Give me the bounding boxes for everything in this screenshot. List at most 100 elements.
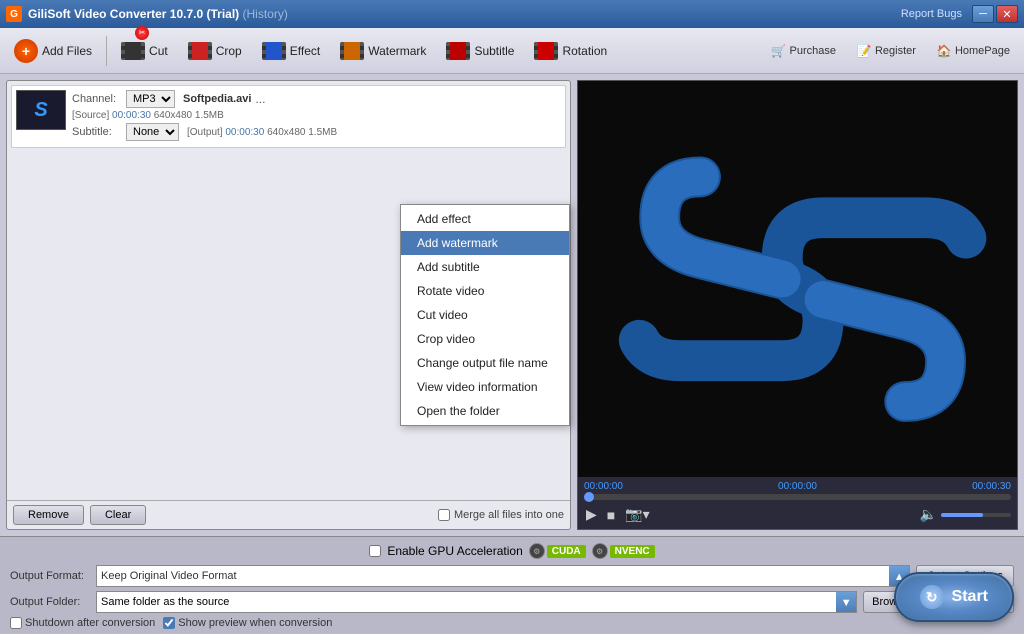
more-button[interactable]: ...: [255, 92, 265, 106]
volume-fill: [941, 513, 983, 517]
ctx-add-subtitle[interactable]: Add subtitle: [401, 255, 569, 279]
gpu-label: Enable GPU Acceleration: [387, 544, 522, 558]
output-row: Subtitle: None [Output] 00:00:30 640x480…: [72, 123, 561, 141]
time-start: 00:00:00: [584, 481, 623, 492]
preview-label: Show preview when conversion: [163, 617, 332, 629]
purchase-label: Purchase: [790, 45, 836, 57]
play-button[interactable]: ▶: [584, 504, 599, 525]
file-info: Channel: MP3 Softpedia.avi ... [Source] …: [72, 90, 561, 143]
app-title: GiliSoft Video Converter 10.7.0 (Trial) …: [28, 7, 901, 21]
effect-button[interactable]: Effect: [254, 33, 328, 69]
purchase-button[interactable]: 🛒 Purchase: [763, 39, 844, 63]
rotation-label: Rotation: [562, 44, 607, 58]
subtitle-select[interactable]: None: [126, 123, 179, 141]
shutdown-label-text: Shutdown after conversion: [25, 617, 155, 629]
ctx-rotate-video[interactable]: Rotate video: [401, 279, 569, 303]
ctx-add-effect[interactable]: Add effect: [401, 207, 569, 231]
output-folder-select[interactable]: Same folder as the source ▼: [96, 591, 857, 613]
ctx-crop-video[interactable]: Crop video: [401, 327, 569, 351]
merge-checkbox[interactable]: [438, 509, 450, 521]
gpu-icon-2: ⚙: [592, 543, 608, 559]
start-label: Start: [952, 588, 988, 606]
preview-svg: [578, 81, 1017, 477]
add-files-label: Add Files: [42, 44, 92, 58]
time-row: 00:00:00 00:00:00 00:00:30: [584, 481, 1011, 492]
rotation-button[interactable]: Rotation: [526, 33, 615, 69]
history-text: (History): [243, 7, 288, 21]
gpu-row: Enable GPU Acceleration ⚙ CUDA ⚙ NVENC: [10, 543, 1014, 559]
merge-label: Merge all files into one: [454, 509, 564, 521]
seek-thumb: [584, 492, 594, 502]
homepage-label: HomePage: [955, 45, 1010, 57]
crop-button[interactable]: Crop: [180, 33, 250, 69]
watermark-film-icon: [340, 42, 364, 60]
preview-label-text: Show preview when conversion: [178, 617, 332, 629]
report-bugs-link[interactable]: Report Bugs: [901, 8, 962, 20]
time-mid: 00:00:00: [778, 481, 817, 492]
nvenc-badge: NVENC: [610, 545, 655, 558]
subtitle-label: Subtitle: [474, 44, 514, 58]
ctx-open-folder[interactable]: Open the folder: [401, 399, 569, 423]
clear-button[interactable]: Clear: [90, 505, 146, 525]
ctx-change-output[interactable]: Change output file name: [401, 351, 569, 375]
camera-button[interactable]: 📷▾: [623, 504, 651, 525]
cut-label: Cut: [149, 44, 168, 58]
register-button[interactable]: 📝 Register: [848, 39, 924, 63]
channel-label: Channel:: [72, 93, 122, 105]
title-bar: G GiliSoft Video Converter 10.7.0 (Trial…: [0, 0, 1024, 28]
minimize-button[interactable]: ─: [972, 5, 994, 23]
app-title-text: GiliSoft Video Converter 10.7.0 (Trial): [28, 7, 239, 21]
context-menu: Add effect Add watermark Add subtitle Ro…: [400, 204, 570, 426]
volume-bar[interactable]: [941, 513, 1011, 517]
output-folder-label: Output Folder:: [10, 596, 90, 608]
volume-area: 🔈: [920, 506, 1011, 523]
toolbar: + Add Files ✂ Cut Crop Effect Watermark …: [0, 28, 1024, 74]
cut-badge: ✂: [135, 26, 149, 40]
video-controls: 00:00:00 00:00:00 00:00:30 ▶ ■ 📷▾ 🔈: [578, 477, 1017, 529]
output-folder-row: Output Folder: Same folder as the source…: [10, 591, 1014, 613]
crop-film-icon: [188, 42, 212, 60]
register-label: Register: [875, 45, 916, 57]
stop-button[interactable]: ■: [605, 505, 617, 525]
preview-panel: 00:00:00 00:00:00 00:00:30 ▶ ■ 📷▾ 🔈: [577, 80, 1018, 530]
output-format-value: Keep Original Video Format: [101, 570, 887, 582]
watermark-label: Watermark: [368, 44, 426, 58]
homepage-button[interactable]: 🏠 HomePage: [928, 39, 1018, 63]
gpu-icon-1: ⚙: [529, 543, 545, 559]
ctx-view-info[interactable]: View video information: [401, 375, 569, 399]
channel-select[interactable]: MP3: [126, 90, 175, 108]
volume-icon: 🔈: [920, 506, 937, 523]
rotation-film-icon: [534, 42, 558, 60]
register-icon: 📝: [856, 43, 872, 59]
toolbar-separator-1: [106, 36, 107, 66]
home-icon: 🏠: [936, 43, 952, 59]
app-icon: G: [6, 6, 22, 22]
subtitle-button[interactable]: Subtitle: [438, 33, 522, 69]
output-meta: [Output] 00:00:30 640x480 1.5MB: [187, 127, 337, 138]
ctx-cut-video[interactable]: Cut video: [401, 303, 569, 327]
channel-row: Channel: MP3 Softpedia.avi ...: [72, 90, 561, 108]
file-item: S Channel: MP3 Softpedia.avi ... [Source…: [11, 85, 566, 148]
cut-button[interactable]: ✂ Cut: [113, 33, 176, 69]
output-format-select[interactable]: Keep Original Video Format ▲: [96, 565, 910, 587]
add-icon: +: [14, 39, 38, 63]
cut-film-icon: [121, 42, 145, 60]
start-button[interactable]: ↻ Start: [894, 572, 1014, 622]
main-area: S Channel: MP3 Softpedia.avi ... [Source…: [0, 74, 1024, 536]
merge-check-area: Merge all files into one: [438, 509, 564, 521]
file-name: Softpedia.avi: [183, 93, 251, 105]
source-row: [Source] 00:00:30 640x480 1.5MB: [72, 110, 561, 121]
remove-button[interactable]: Remove: [13, 505, 84, 525]
gpu-checkbox[interactable]: [369, 545, 381, 557]
purchase-icon: 🛒: [771, 43, 787, 59]
folder-dropdown-arrow[interactable]: ▼: [836, 592, 856, 613]
add-files-button[interactable]: + Add Files: [6, 33, 100, 69]
ctx-add-watermark[interactable]: Add watermark: [401, 231, 569, 255]
watermark-button[interactable]: Watermark: [332, 33, 434, 69]
source-meta: [Source] 00:00:30 640x480 1.5MB: [72, 110, 224, 121]
close-button[interactable]: ✕: [996, 5, 1018, 23]
preview-checkbox[interactable]: [163, 617, 175, 629]
seek-bar[interactable]: [584, 494, 1011, 500]
output-format-label: Output Format:: [10, 570, 90, 582]
shutdown-checkbox[interactable]: [10, 617, 22, 629]
